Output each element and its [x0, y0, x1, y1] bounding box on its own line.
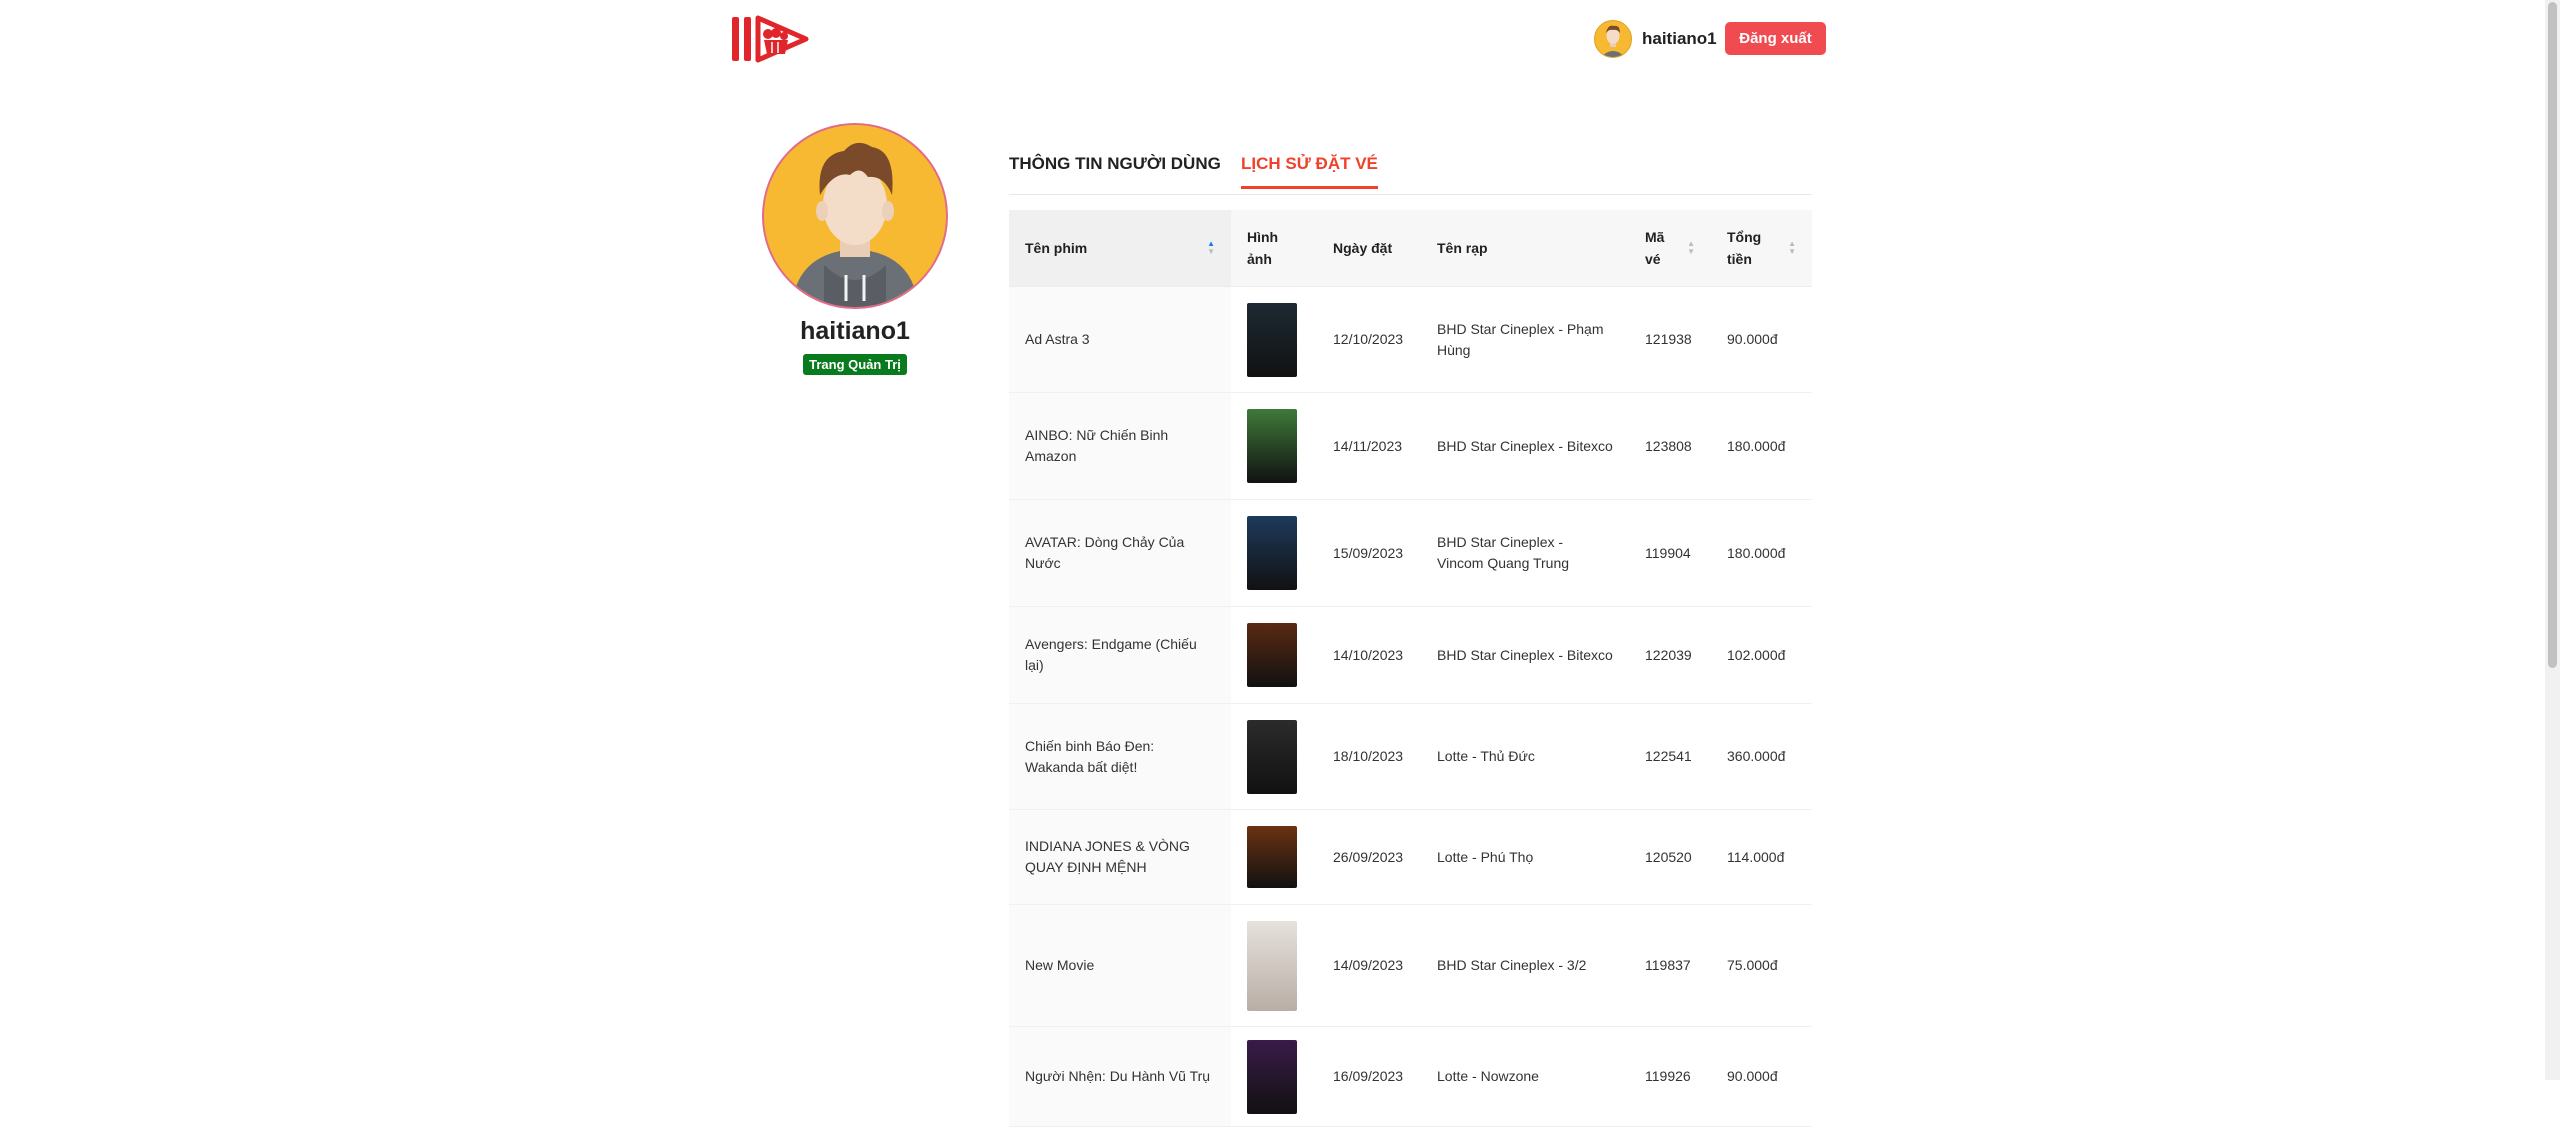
column-label-code: Mã vé — [1645, 229, 1665, 267]
table-row: Ad Astra 3 12/10/2023 BHD Star Cineplex … — [1009, 286, 1812, 393]
cell-total: 90.000đ — [1711, 286, 1812, 393]
cell-date: 14/10/2023 — [1317, 606, 1421, 704]
cell-image — [1231, 1026, 1317, 1127]
cell-code: 119837 — [1629, 904, 1711, 1027]
column-header-total[interactable]: Tổng tiền ▲ ▼ — [1711, 210, 1812, 287]
column-header-cinema: Tên rạp — [1421, 210, 1629, 287]
user-avatar-icon — [1595, 21, 1631, 57]
movie-poster — [1247, 719, 1297, 794]
table-row: AVATAR: Dòng Chảy Của Nước 15/09/2023 BH… — [1009, 499, 1812, 607]
cell-cinema: BHD Star Cineplex - Bitexco — [1421, 606, 1629, 704]
cell-film: INDIANA JONES & VÒNG QUAY ĐỊNH MỆNH — [1009, 809, 1231, 905]
table-row: Người Nhện: Du Hành Vũ Trụ 16/09/2023 Lo… — [1009, 1026, 1812, 1127]
movie-poster — [1247, 826, 1297, 888]
column-label-cinema: Tên rạp — [1437, 240, 1488, 256]
cell-total: 180.000đ — [1711, 499, 1812, 607]
cell-date: 16/09/2023 — [1317, 1026, 1421, 1127]
sort-icon[interactable]: ▲ ▼ — [1207, 240, 1215, 256]
profile-avatar — [762, 123, 948, 309]
cell-image — [1231, 392, 1317, 500]
cell-image — [1231, 809, 1317, 905]
cell-image — [1231, 904, 1317, 1027]
sort-icon[interactable]: ▲ ▼ — [1788, 240, 1796, 256]
booking-history-table: Tên phim ▲ ▼ Hình ảnh Ngày đặt Tên rạp Mã… — [1009, 210, 1812, 1127]
cell-code: 119904 — [1629, 499, 1711, 607]
column-header-film[interactable]: Tên phim ▲ ▼ — [1009, 210, 1231, 287]
logo[interactable] — [730, 14, 810, 64]
movie-poster — [1247, 1039, 1297, 1114]
cell-code: 122541 — [1629, 703, 1711, 810]
tab-booking-history[interactable]: LỊCH SỬ ĐẶT VÉ — [1241, 154, 1378, 189]
cell-total: 360.000đ — [1711, 703, 1812, 810]
column-header-code[interactable]: Mã vé ▲ ▼ — [1629, 210, 1711, 287]
table-header-row: Tên phim ▲ ▼ Hình ảnh Ngày đặt Tên rạp Mã… — [1009, 210, 1812, 287]
profile-tabs: THÔNG TIN NGƯỜI DÙNG LỊCH SỬ ĐẶT VÉ — [1009, 150, 1812, 195]
cell-image — [1231, 703, 1317, 810]
cell-cinema: BHD Star Cineplex - Bitexco — [1421, 392, 1629, 500]
cell-code: 120520 — [1629, 809, 1711, 905]
cell-image — [1231, 606, 1317, 704]
username-label[interactable]: haitiano1 — [1642, 29, 1717, 49]
avatar[interactable] — [1594, 20, 1632, 58]
user-menu[interactable]: haitiano1 — [1594, 20, 1717, 58]
logo-icon — [732, 15, 809, 63]
cell-total: 180.000đ — [1711, 392, 1812, 500]
cell-cinema: Lotte - Thủ Đức — [1421, 703, 1629, 810]
cell-film: AVATAR: Dòng Chảy Của Nước — [1009, 499, 1231, 607]
table-row: Chiến binh Báo Đen: Wakanda bất diệt! 18… — [1009, 703, 1812, 810]
table-row: New Movie 14/09/2023 BHD Star Cineplex -… — [1009, 904, 1812, 1027]
cell-cinema: Lotte - Nowzone — [1421, 1026, 1629, 1127]
profile-avatar-icon — [764, 125, 946, 307]
cell-film: AINBO: Nữ Chiến Binh Amazon — [1009, 392, 1231, 500]
column-label-total: Tổng tiền — [1727, 229, 1762, 267]
cell-date: 12/10/2023 — [1317, 286, 1421, 393]
cell-cinema: BHD Star Cineplex - 3/2 — [1421, 904, 1629, 1027]
column-label-image: Hình ảnh — [1247, 229, 1279, 267]
cell-cinema: BHD Star Cineplex - Phạm Hùng — [1421, 286, 1629, 393]
cell-image — [1231, 286, 1317, 393]
column-label-date: Ngày đặt — [1333, 240, 1393, 256]
cell-code: 119926 — [1629, 1026, 1711, 1127]
movie-poster — [1247, 920, 1297, 1011]
cell-total: 90.000đ — [1711, 1026, 1812, 1127]
movie-poster — [1247, 516, 1297, 590]
movie-poster — [1247, 409, 1297, 483]
cell-film: Ad Astra 3 — [1009, 286, 1231, 393]
cell-code: 121938 — [1629, 286, 1711, 393]
cell-image — [1231, 499, 1317, 607]
table-row: INDIANA JONES & VÒNG QUAY ĐỊNH MỆNH 26/0… — [1009, 809, 1812, 905]
column-label-film: Tên phim — [1025, 240, 1088, 256]
cell-total: 102.000đ — [1711, 606, 1812, 704]
profile-card: haitiano1 Trang Quản Trị — [760, 123, 950, 375]
tab-user-info[interactable]: THÔNG TIN NGƯỜI DÙNG — [1009, 154, 1221, 186]
cell-cinema: Lotte - Phú Thọ — [1421, 809, 1629, 905]
cell-date: 14/09/2023 — [1317, 904, 1421, 1027]
cell-date: 14/11/2023 — [1317, 392, 1421, 500]
cell-date: 15/09/2023 — [1317, 499, 1421, 607]
cell-code: 122039 — [1629, 606, 1711, 704]
page-scrollbar-thumb[interactable] — [2548, 2, 2557, 668]
column-header-date: Ngày đặt — [1317, 210, 1421, 287]
cell-date: 18/10/2023 — [1317, 703, 1421, 810]
cell-film: Chiến binh Báo Đen: Wakanda bất diệt! — [1009, 703, 1231, 810]
logout-button[interactable]: Đăng xuất — [1725, 22, 1826, 55]
cell-cinema: BHD Star Cineplex - Vincom Quang Trung — [1421, 499, 1629, 607]
cell-total: 75.000đ — [1711, 904, 1812, 1027]
cell-film: Người Nhện: Du Hành Vũ Trụ — [1009, 1026, 1231, 1127]
top-header: haitiano1 Đăng xuất — [0, 0, 2545, 80]
sort-icon[interactable]: ▲ ▼ — [1687, 240, 1695, 256]
cell-date: 26/09/2023 — [1317, 809, 1421, 905]
table-row: Avengers: Endgame (Chiếu lại) 14/10/2023… — [1009, 606, 1812, 704]
cell-film: Avengers: Endgame (Chiếu lại) — [1009, 606, 1231, 704]
cell-total: 114.000đ — [1711, 809, 1812, 905]
profile-username: haitiano1 — [800, 317, 910, 345]
cell-code: 123808 — [1629, 392, 1711, 500]
movie-poster — [1247, 302, 1297, 377]
cell-film: New Movie — [1009, 904, 1231, 1027]
booking-table: Tên phim ▲ ▼ Hình ảnh Ngày đặt Tên rạp Mã… — [1009, 210, 1812, 1127]
column-header-image: Hình ảnh — [1231, 210, 1317, 287]
admin-page-link[interactable]: Trang Quản Trị — [803, 354, 907, 375]
table-row: AINBO: Nữ Chiến Binh Amazon 14/11/2023 B… — [1009, 392, 1812, 500]
movie-poster — [1247, 623, 1297, 687]
